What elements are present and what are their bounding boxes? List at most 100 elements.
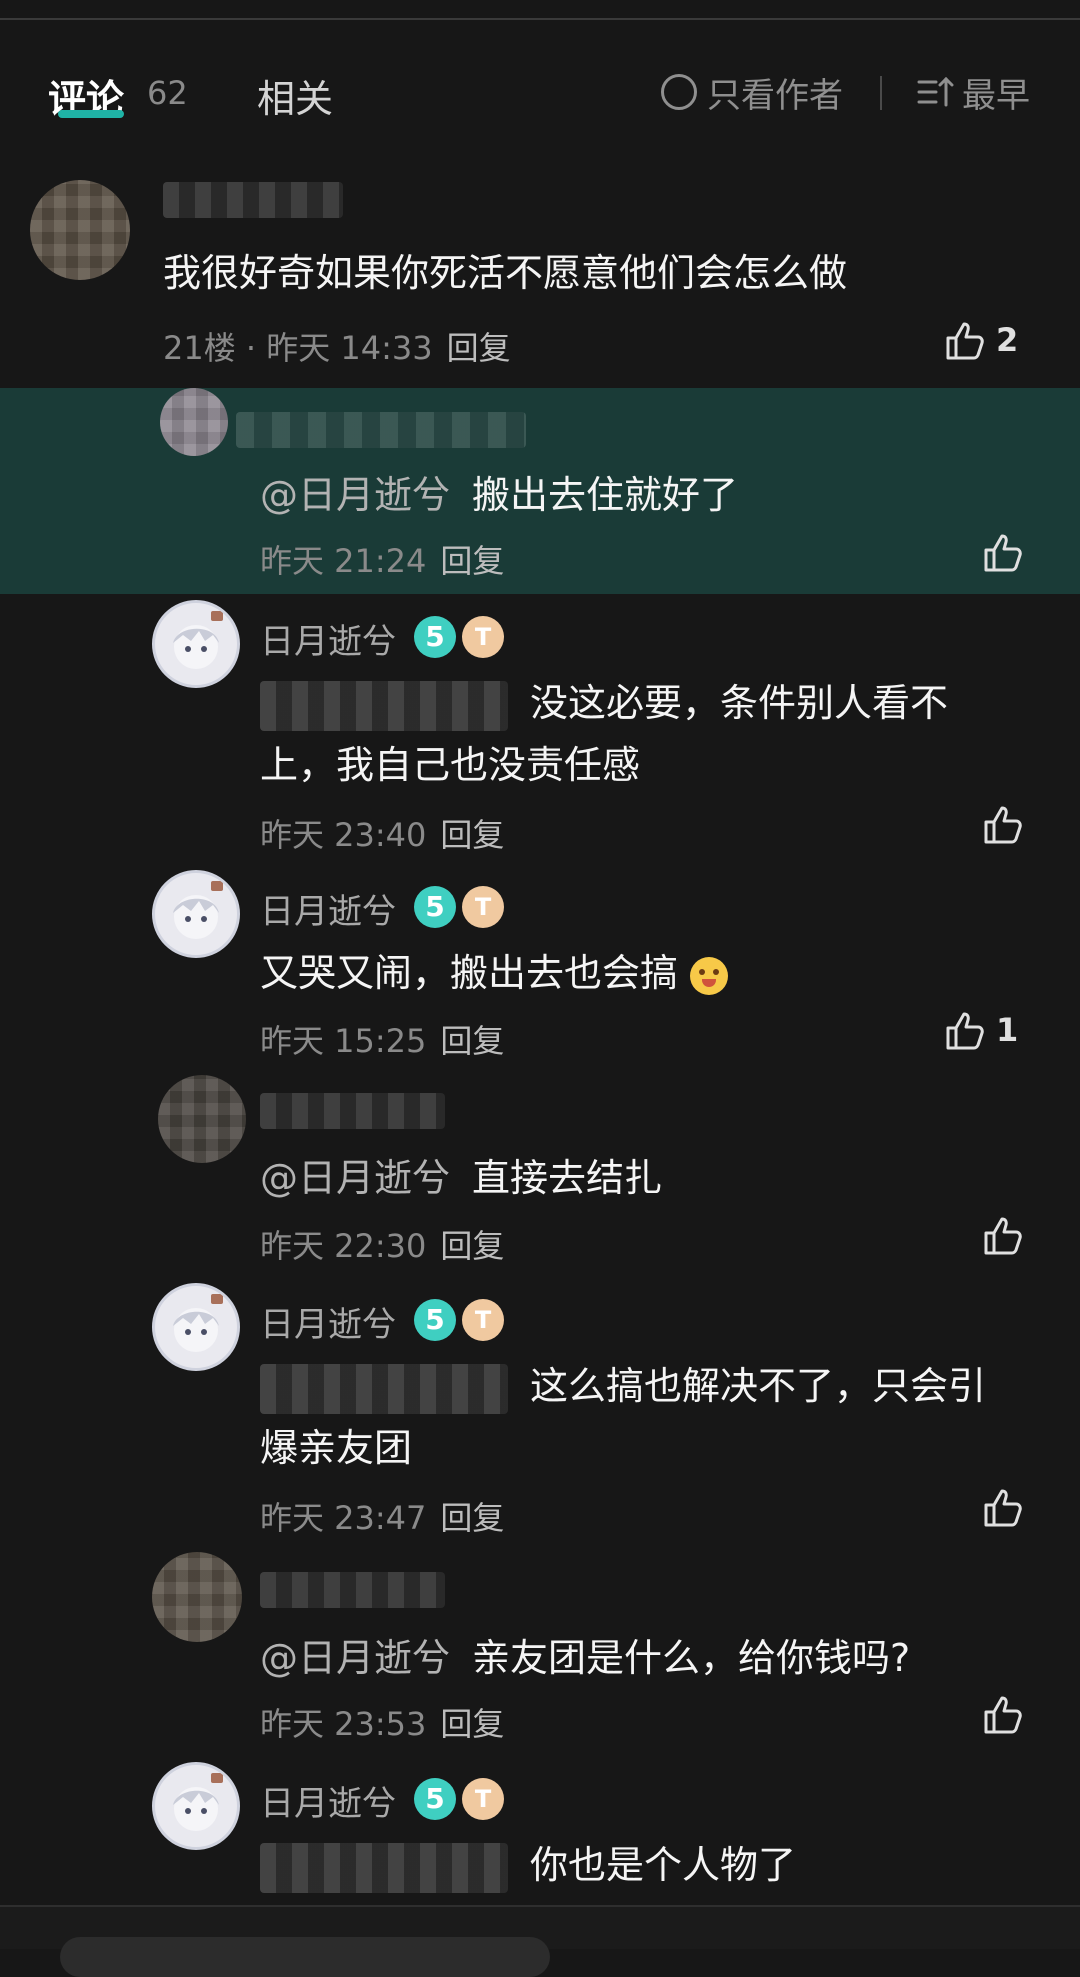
reply-button[interactable]: 回复	[440, 1227, 504, 1265]
mention-link[interactable]: @日月逝兮	[260, 473, 450, 517]
reply-meta: 昨天 21:24 回复	[260, 536, 504, 582]
username-blurred[interactable]	[260, 1572, 445, 1608]
comment-input[interactable]	[60, 1937, 550, 1977]
reply-meta: 昨天 23:40 回复	[260, 810, 504, 856]
sort-label: 最早	[962, 75, 1030, 116]
like-button[interactable]	[982, 1213, 1026, 1257]
title-badge: T	[462, 616, 504, 658]
mention-blurred[interactable]	[260, 680, 508, 731]
sort-button[interactable]: 最早	[916, 70, 1030, 116]
reply-item: @日月逝兮 亲友团是什么，给你钱吗? 昨天 23:53 回复	[0, 1552, 1080, 1752]
top-divider	[0, 18, 1080, 20]
tab-related[interactable]: 相关	[257, 68, 333, 123]
reply-button[interactable]: 回复	[440, 1499, 504, 1537]
avatar[interactable]	[152, 1762, 240, 1850]
avatar[interactable]	[152, 1283, 240, 1371]
comment-meta: 21楼 · 昨天 14:33 回复	[163, 323, 511, 369]
title-badge: T	[462, 886, 504, 928]
reply-item: 日月逝兮 5 T 这么搞也解决不了，只会引爆亲友团 昨天 23:47 回复	[0, 1283, 1080, 1545]
comment-floor-time: 21楼 · 昨天 14:33	[163, 329, 433, 367]
reply-body: 又哭又闹，搬出去也会搞	[260, 951, 679, 995]
like-button[interactable]	[982, 802, 1026, 846]
header-separator	[880, 76, 882, 110]
title-badge: T	[462, 1299, 504, 1341]
reply-time: 昨天 23:47	[260, 1499, 427, 1537]
like-button[interactable]	[982, 1692, 1026, 1736]
avatar[interactable]	[152, 600, 240, 688]
username[interactable]: 日月逝兮	[260, 614, 396, 663]
like-count: 1	[996, 1011, 1019, 1049]
reply-item: @日月逝兮 直接去结扎 昨天 22:30 回复	[0, 1075, 1080, 1275]
like-button[interactable]	[982, 530, 1026, 574]
title-badge: T	[462, 1778, 504, 1820]
avatar[interactable]	[152, 870, 240, 958]
reply-text: 这么搞也解决不了，只会引爆亲友团	[260, 1355, 1000, 1479]
reply-body: 搬出去住就好了	[472, 473, 739, 517]
reply-time: 昨天 15:25	[260, 1022, 427, 1060]
username[interactable]: 日月逝兮	[260, 1776, 396, 1825]
thumbs-up-icon	[946, 322, 984, 360]
only-author-toggle[interactable]: 只看作者	[661, 70, 843, 116]
level-badge: 5	[414, 616, 456, 658]
avatar[interactable]	[30, 180, 130, 280]
reply-time: 昨天 22:30	[260, 1227, 427, 1265]
mention-blurred[interactable]	[260, 1363, 508, 1414]
reply-meta: 昨天 23:53 回复	[260, 1699, 504, 1745]
reply-text: 又哭又闹，搬出去也会搞	[260, 942, 729, 1004]
reply-item: 日月逝兮 5 T 你也是个人物了	[0, 1762, 1080, 1905]
mention-link[interactable]: @日月逝兮	[260, 1156, 450, 1200]
username[interactable]: 日月逝兮	[260, 884, 396, 933]
reply-time: 昨天 21:24	[260, 542, 427, 580]
level-badge: 5	[414, 886, 456, 928]
reply-text: 没这必要，条件别人看不上，我自己也没责任感	[260, 672, 1000, 796]
level-badge: 5	[414, 1778, 456, 1820]
reply-text: 你也是个人物了	[260, 1834, 1000, 1896]
thumbs-up-icon	[984, 1217, 1022, 1255]
laughing-emoji-icon	[690, 956, 729, 995]
thumbs-up-icon	[946, 1012, 984, 1050]
sort-icon	[917, 76, 954, 107]
reply-button[interactable]: 回复	[440, 542, 504, 580]
reply-button[interactable]: 回复	[440, 816, 504, 854]
username-blurred[interactable]	[236, 412, 526, 448]
reply-text: @日月逝兮 直接去结扎	[260, 1147, 662, 1209]
comment-item: 我很好奇如果你死活不愿意他们会怎么做 21楼 · 昨天 14:33 回复 2	[0, 170, 1080, 385]
reply-body: 亲友团是什么，给你钱吗?	[472, 1636, 911, 1680]
avatar[interactable]	[160, 388, 228, 456]
comment-count: 62	[147, 74, 188, 112]
reply-item: 日月逝兮 5 T 又哭又闹，搬出去也会搞 昨天 15:25 回复 1	[0, 870, 1080, 1070]
like-button[interactable]	[982, 1485, 1026, 1529]
mention-link[interactable]: @日月逝兮	[260, 1636, 450, 1680]
like-button[interactable]: 2	[944, 318, 1018, 362]
radio-circle-icon	[661, 74, 697, 110]
level-badge: 5	[414, 1299, 456, 1341]
reply-button[interactable]: 回复	[447, 329, 511, 367]
reply-meta: 昨天 15:25 回复	[260, 1016, 504, 1062]
thumbs-up-icon	[984, 806, 1022, 844]
reply-button[interactable]: 回复	[440, 1022, 504, 1060]
reply-meta: 昨天 23:47 回复	[260, 1493, 504, 1539]
username[interactable]: 日月逝兮	[260, 1297, 396, 1346]
bottom-input-bar	[0, 1905, 1080, 1977]
comment-text: 我很好奇如果你死活不愿意他们会怎么做	[163, 251, 848, 295]
reply-body: 你也是个人物了	[530, 1843, 797, 1887]
avatar[interactable]	[152, 1552, 242, 1642]
reply-body: 直接去结扎	[472, 1156, 663, 1200]
reply-text: @日月逝兮 亲友团是什么，给你钱吗?	[260, 1627, 910, 1689]
reply-button[interactable]: 回复	[440, 1705, 504, 1743]
reply-time: 昨天 23:53	[260, 1705, 427, 1743]
reply-text: @日月逝兮 搬出去住就好了	[260, 464, 738, 526]
only-author-label: 只看作者	[707, 75, 843, 116]
comment-tabs-bar: 评论 62 相关 只看作者 最早	[0, 60, 1080, 130]
avatar[interactable]	[158, 1075, 246, 1163]
reply-item-highlighted: @日月逝兮 搬出去住就好了 昨天 21:24 回复	[0, 388, 1080, 594]
username-blurred[interactable]	[163, 182, 343, 218]
active-tab-indicator	[58, 110, 124, 118]
username-blurred[interactable]	[260, 1093, 445, 1129]
mention-blurred[interactable]	[260, 1842, 508, 1893]
thumbs-up-icon	[984, 1489, 1022, 1527]
like-button[interactable]: 1	[944, 1008, 1018, 1052]
reply-item: 日月逝兮 5 T 没这必要，条件别人看不上，我自己也没责任感 昨天 23:40 回…	[0, 600, 1080, 862]
like-count: 2	[996, 321, 1019, 359]
reply-meta: 昨天 22:30 回复	[260, 1221, 504, 1267]
